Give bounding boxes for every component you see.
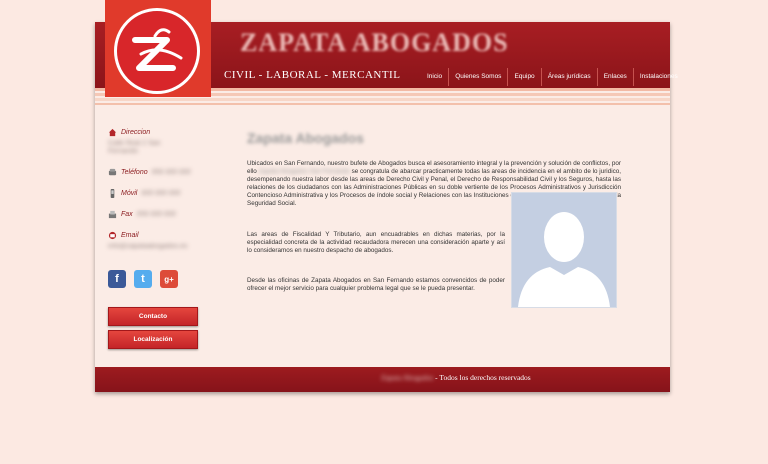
email-icon [108, 231, 117, 239]
movil-label: Móvil [121, 189, 138, 197]
contacto-button[interactable]: Contacto [108, 307, 198, 326]
email-value[interactable]: info@zapataabogados.es [108, 243, 208, 250]
mobile-icon [110, 188, 115, 198]
telefono-row: Teléfono 956 000 000 [108, 166, 208, 178]
offices-paragraph: Desde las oficinas de Zapata Abogados en… [247, 276, 505, 292]
phone-icon [108, 168, 117, 175]
telefono-value: 956 000 000 [151, 168, 191, 176]
nav-item-areas-juridicas[interactable]: Áreas jurídicas [540, 68, 597, 86]
facebook-icon[interactable]: f [108, 270, 126, 288]
brand-tagline: CIVIL - LABORAL - MERCANTIL [224, 69, 401, 81]
main-nav: Inicio Quienes Somos Equipo Áreas jurídi… [421, 68, 684, 86]
fax-value: 956 000 000 [136, 210, 176, 218]
footer-brand: Zapata Abogados [381, 373, 434, 382]
email-row: Email [108, 229, 208, 241]
fiscal-paragraph: Las areas de Fiscalidad Y Tributario, au… [247, 230, 505, 254]
nav-item-inicio[interactable]: Inicio [421, 68, 448, 86]
localizacion-button[interactable]: Localización [108, 330, 198, 349]
direccion-row: Direccion [108, 126, 208, 138]
movil-value: 600 000 000 [141, 189, 181, 197]
direccion-label: Direccion [121, 128, 151, 136]
fax-label: Fax [121, 210, 133, 218]
logo-monogram-icon [132, 28, 183, 71]
fax-row: Fax 956 000 000 [108, 208, 208, 220]
profile-photo-placeholder [511, 192, 617, 308]
nav-item-quienes-somos[interactable]: Quienes Somos [448, 68, 507, 86]
twitter-icon[interactable]: t [134, 270, 152, 288]
brand-name: ZAPATA ABOGADOS [240, 28, 509, 57]
person-silhouette-icon [512, 193, 616, 307]
home-icon [108, 128, 117, 136]
page-title: Zapata Abogados [247, 130, 364, 146]
movil-row: Móvil 600 000 000 [108, 187, 208, 199]
direccion-value: Calle Real 2 San Fernando [108, 140, 161, 155]
logo[interactable] [105, 0, 211, 97]
fax-icon [108, 210, 117, 218]
google-plus-icon[interactable]: g+ [160, 270, 178, 288]
footer-text: Zapata Abogados - Todos los derechos res… [381, 373, 531, 382]
intro-text-blur: Zapata Abogados San Fernando [258, 168, 350, 176]
email-label: Email [121, 231, 139, 239]
social-links: f t g+ [108, 270, 178, 288]
nav-item-enlaces[interactable]: Enlaces [596, 68, 633, 86]
footer: Zapata Abogados - Todos los derechos res… [95, 367, 670, 392]
contact-sidebar: Direccion Calle Real 2 San Fernando Telé… [108, 126, 208, 250]
footer-rights: - Todos los derechos reservados [435, 373, 531, 382]
nav-item-instalaciones[interactable]: Instalaciones [632, 68, 684, 86]
nav-item-equipo[interactable]: Equipo [507, 68, 540, 86]
telefono-label: Teléfono [121, 168, 148, 176]
